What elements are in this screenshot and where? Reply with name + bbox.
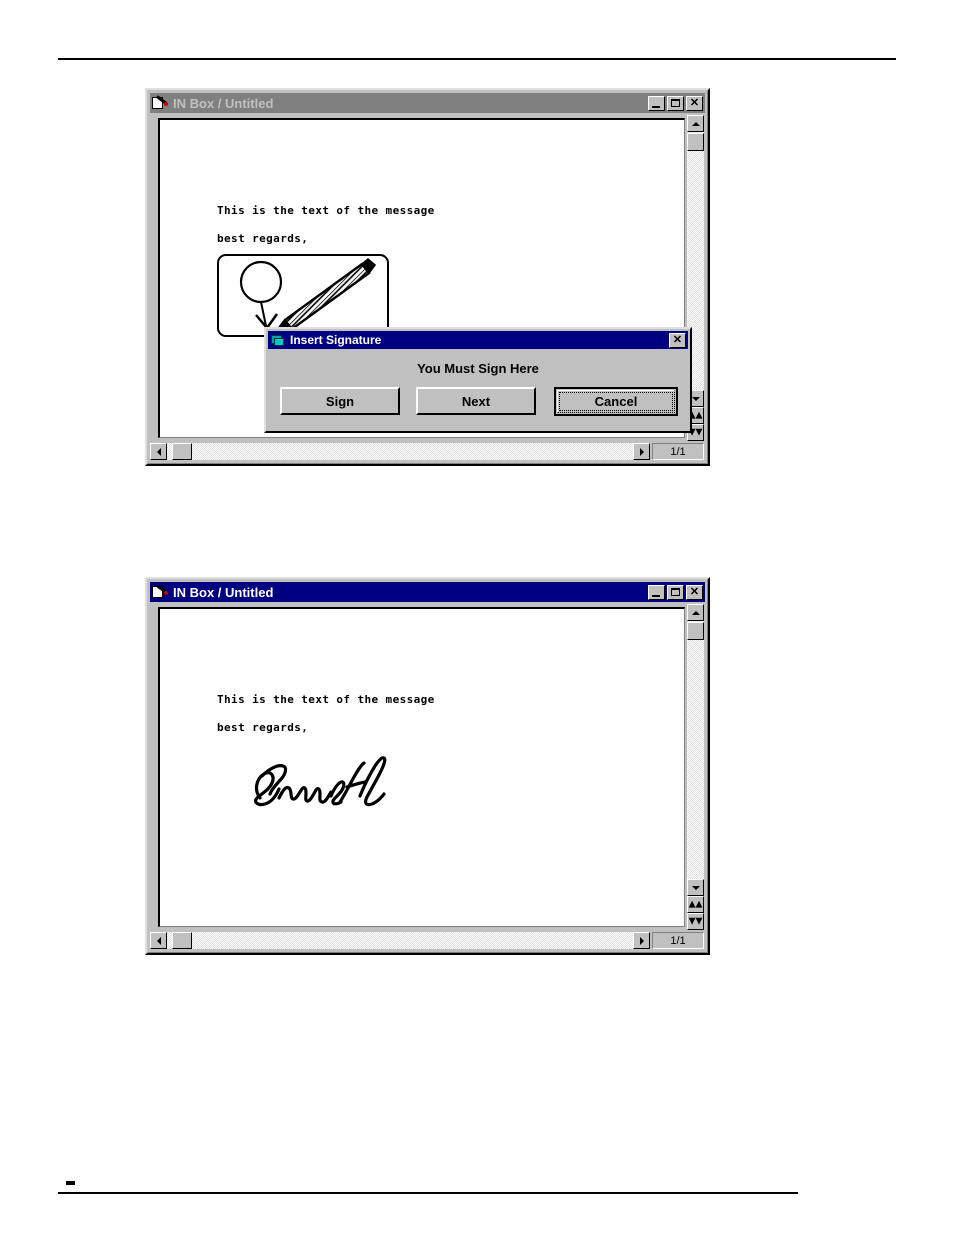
next-button[interactable]: Next (416, 387, 536, 415)
minimize-button-bottom[interactable] (648, 584, 665, 600)
window-controls-top[interactable]: ✕ (648, 95, 703, 111)
scroll-left-button-top[interactable] (150, 443, 167, 460)
close-button-bottom[interactable]: ✕ (686, 584, 703, 600)
handwritten-signature (254, 756, 387, 807)
window-title-top: IN Box / Untitled (173, 95, 274, 111)
vertical-scroll-thumb-top[interactable] (687, 133, 704, 151)
minimize-button-top[interactable] (648, 95, 665, 111)
message-line-1-top: This is the text of the message (217, 204, 435, 217)
message-line-2-bottom: best regards, (217, 721, 309, 734)
window-title-bottom: IN Box / Untitled (173, 584, 274, 600)
page-pen-icon (152, 95, 169, 111)
scroll-up-button-bottom[interactable] (687, 604, 704, 621)
maximize-button-top[interactable] (667, 95, 684, 111)
vertical-scroll-thumb-bottom[interactable] (687, 622, 704, 640)
horizontal-scroll-track-top[interactable] (167, 443, 633, 460)
dialog-message: You Must Sign Here (417, 361, 539, 376)
status-pane-top: 1/1 (652, 443, 704, 460)
window-inbox-untitled-bottom[interactable]: IN Box / Untitled ✕ This is the text of … (145, 577, 710, 955)
cancel-button-label: Cancel (594, 394, 638, 409)
scroll-right-button-bottom[interactable] (633, 932, 650, 949)
dialog-close-button[interactable]: ✕ (669, 332, 686, 348)
dialog-title: Insert Signature (290, 333, 382, 347)
vertical-scrollbar-bottom[interactable]: ▲▲ ▼▼ (687, 604, 704, 930)
horizontal-scroll-thumb-bottom[interactable] (172, 932, 192, 949)
signature-pen-icon (239, 257, 377, 331)
document-page-bottom[interactable]: This is the text of the message best reg… (158, 607, 685, 927)
scroll-down-button-bottom[interactable] (687, 879, 704, 896)
horizontal-scrollbar-top[interactable] (150, 443, 650, 460)
cancel-button[interactable]: Cancel (554, 387, 678, 416)
next-button-label: Next (461, 393, 491, 409)
insert-signature-dialog[interactable]: Insert Signature ✕ You Must Sign Here Si… (264, 327, 692, 433)
status-pane-bottom: 1/1 (652, 932, 704, 949)
scroll-up-button-top[interactable] (687, 115, 704, 132)
titlebar-bottom[interactable]: IN Box / Untitled ✕ (150, 582, 705, 602)
scroll-page-down-button-bottom[interactable]: ▼▼ (687, 913, 704, 930)
dialog-titlebar[interactable]: Insert Signature ✕ (268, 331, 688, 349)
page-pen-icon (152, 584, 169, 600)
horizontal-scrollbar-bottom[interactable] (150, 932, 650, 949)
vertical-scroll-track-bottom[interactable] (687, 621, 704, 879)
scroll-left-button-bottom[interactable] (150, 932, 167, 949)
horizontal-scroll-thumb-top[interactable] (172, 443, 192, 460)
maximize-button-bottom[interactable] (667, 584, 684, 600)
message-line-1-bottom: This is the text of the message (217, 693, 435, 706)
close-button-top[interactable]: ✕ (686, 95, 703, 111)
signature-card-icon (271, 334, 285, 347)
footer-mark (66, 1181, 75, 1185)
horizontal-scroll-track-bottom[interactable] (167, 932, 633, 949)
window-controls-bottom[interactable]: ✕ (648, 584, 703, 600)
client-area-bottom: This is the text of the message best reg… (150, 604, 705, 952)
scroll-page-up-button-bottom[interactable]: ▲▲ (687, 896, 704, 913)
sign-button-label: Sign (325, 393, 355, 409)
page-rule-top (58, 58, 896, 60)
sign-button[interactable]: Sign (280, 387, 400, 415)
titlebar-top[interactable]: IN Box / Untitled ✕ (150, 93, 705, 113)
message-line-2-top: best regards, (217, 232, 309, 245)
page-rule-bottom (58, 1192, 798, 1194)
scroll-right-button-top[interactable] (633, 443, 650, 460)
signature-placeholder-box[interactable] (217, 254, 389, 337)
